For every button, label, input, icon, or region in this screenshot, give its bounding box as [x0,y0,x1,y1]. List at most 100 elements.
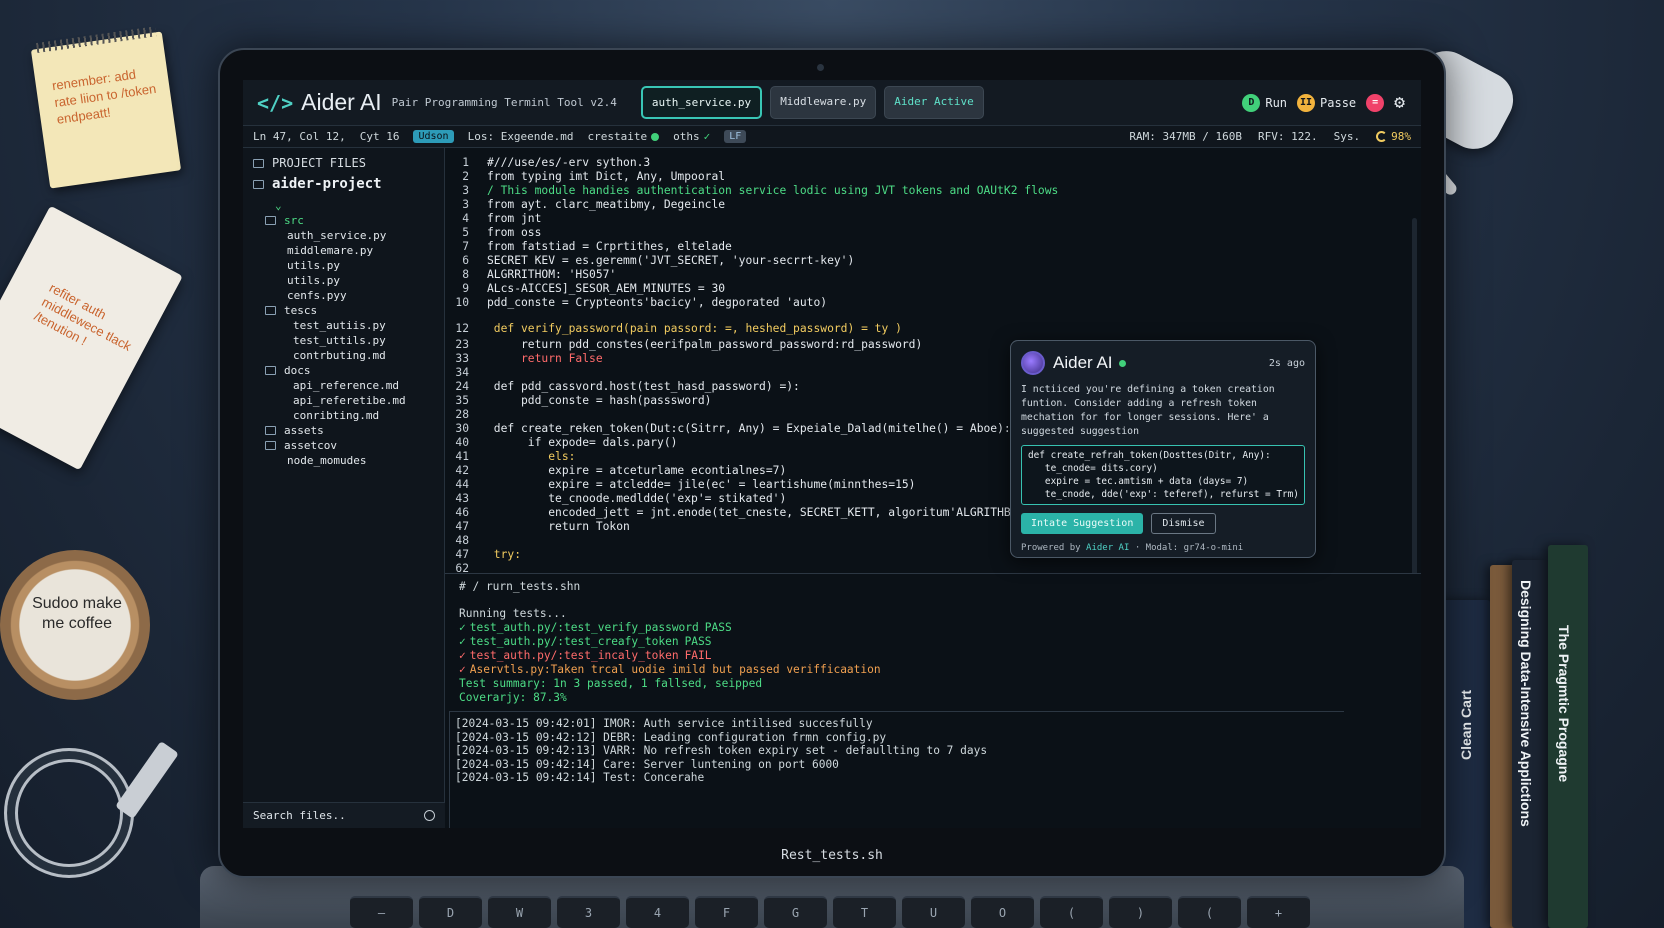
code-text: els: [487,450,576,463]
folder-item[interactable]: docs [243,363,444,378]
cursor-position: Ln 47, Col 12, [253,130,346,143]
line-number: 43 [455,492,469,505]
file-item[interactable]: test_uttils.py [243,333,444,348]
code-line: 4 from jnt [445,212,541,226]
webcam [817,64,824,71]
run-button[interactable]: D Run [1242,93,1288,112]
search-files-input[interactable]: Search files.. [243,802,445,828]
file-item[interactable]: cenfs.pyy [243,288,444,303]
keyboard-key: F [695,896,758,928]
tree-item-label: test_autiis.py [293,319,386,332]
screen-bottom-filename: Rest_tests.sh [781,847,883,863]
tree-item-label: cenfs.pyy [287,289,347,302]
check-icon: ✓ [703,130,711,143]
explorer-title: PROJECT FILES [272,156,366,170]
file-item[interactable]: node_momudes [243,453,444,468]
code-text: try: [487,548,522,561]
file-item[interactable]: test_autiis.py [243,318,444,333]
folder-item[interactable]: assets [243,423,444,438]
file-item[interactable]: contrbuting.md [243,348,444,363]
folder-item[interactable]: src [243,213,444,228]
los-indicator: Los: Exgeende.md [467,130,574,143]
test-result-line: ✓ test_auth.py/:test_verify_password PASS [459,621,732,635]
gear-icon[interactable]: ⚙ [1394,92,1405,113]
code-text: pdd_conste = hash(passsword) [487,394,712,407]
footer-brand[interactable]: Aider AI [1086,543,1129,553]
line-number: 33 [455,352,469,365]
tab-middleware[interactable]: Middleware.py [770,86,877,119]
tree-item-label: test_uttils.py [293,334,386,347]
line-number: 3 [462,184,469,197]
code-line: 2 from typing imt Dict, Any, Umpooral [445,170,725,184]
popup-actions: Intate Suggestion Dismise [1011,505,1315,534]
line-number: 48 [455,534,469,547]
folder-icon [253,179,264,189]
tree-item-label: middlemare.py [287,244,374,257]
code-line: 7 from fatstiad = Crprtithes, eltelade [445,240,732,254]
code-line: 5 from oss [445,226,541,240]
line-number: 41 [455,450,469,463]
keyboard-key: G [764,896,827,928]
code-text: return Tokon [487,520,630,533]
line-ending-badge[interactable]: LF [724,130,747,143]
code-text: from jnt [487,212,542,225]
file-item[interactable]: middlemare.py [243,243,444,258]
dismiss-button[interactable]: Dismise [1151,513,1216,534]
code-text: SECRET KEV = es.geremm('JVT_SECRET, 'you… [487,254,855,267]
file-item[interactable]: api_reference.md [243,378,444,393]
file-item[interactable]: auth_service.py [243,228,444,243]
search-placeholder: Search files.. [253,809,346,822]
line-number: 40 [455,436,469,449]
test-status: PASS [704,621,732,634]
code-text: def verify_password(pain passord: =, hes… [487,322,902,335]
file-item[interactable]: conribting.md [243,408,444,423]
line-number: 42 [455,464,469,477]
file-item[interactable]: utils.py [243,273,444,288]
tab-aider-active[interactable]: Aider Active [884,86,984,119]
book-title-3: The Pragmtic Progagne [1556,625,1572,783]
logo: </> Aider AI [257,89,382,116]
test-name: test_auth.py/:test_incaly_token [469,649,679,662]
search-icon[interactable] [424,810,435,821]
tree-item-label: src [284,214,304,227]
notebook-text: refiter auth middlewece tlack /tenution … [31,280,134,354]
code-text: ALGRRITHOM: 'HS057' [487,268,617,281]
ai-avatar [1021,351,1045,375]
line-number: 12 [455,322,469,335]
integrate-suggestion-button[interactable]: Intate Suggestion [1021,513,1144,534]
folder-icon [265,426,276,435]
mug-text: Sudoo make me coffee [32,595,122,632]
log-line: [2024-03-15 09:42:14] Care: Server lunte… [455,757,839,771]
tree-item-label: auth_service.py [287,229,387,242]
terminal-panel[interactable]: # / rurn_tests.shn Running tests... Test… [445,573,1421,828]
code-line: 3 from ayt. clarc_meatibmy, Degeincle [445,198,725,212]
code-line: 44 expire = atcledde= jile(ec' = leartis… [445,478,915,492]
pause-button[interactable]: II Passe [1297,93,1356,112]
line-number: 34 [455,366,469,379]
test-summary: Test summary: 1n 3 passed, 1 fallsed, se… [459,677,763,690]
code-line: 41 els: [445,450,575,464]
folder-item[interactable]: assetcov [243,438,444,453]
tab-auth-service[interactable]: auth_service.py [640,86,763,119]
line-number: 8 [462,268,469,281]
run-label: Run [1265,95,1288,110]
tree-item-label: conribting.md [293,409,380,422]
tab-bar: auth_service.py Middleware.py Aider Acti… [640,86,984,119]
code-text: expire = atceturlame econtialnes=7) [487,464,787,477]
code-line: 24 def pdd_cassvord.host(test_hasd_passw… [445,380,799,394]
file-item[interactable]: utils.py [243,258,444,273]
test-result-line: ✓ Aservtls.py:Taken trcal uodie imild but… [459,663,887,677]
file-item[interactable]: api_referetibe.md [243,393,444,408]
code-line: 42 expire = atceturlame econtialnes=7) [445,464,786,478]
sticky-note: renember: add rate liion to /token endpe… [30,26,182,189]
ram-usage: RAM: 347MB / 160B [1129,130,1243,143]
keyboard-key: U [902,896,965,928]
keyboard-key: ( [1040,896,1103,928]
folder-item[interactable]: tescs [243,303,444,318]
project-root[interactable]: aider-project [243,174,444,198]
status-bar: Ln 47, Col 12, Cyt 16 Udson Los: Exgeend… [243,126,1421,148]
code-line: 1 #///use/es/-erv sython.3 [445,156,650,170]
test-coverage: Coverarjy: 87.3% [459,691,567,704]
stop-icon[interactable]: = [1366,93,1385,112]
